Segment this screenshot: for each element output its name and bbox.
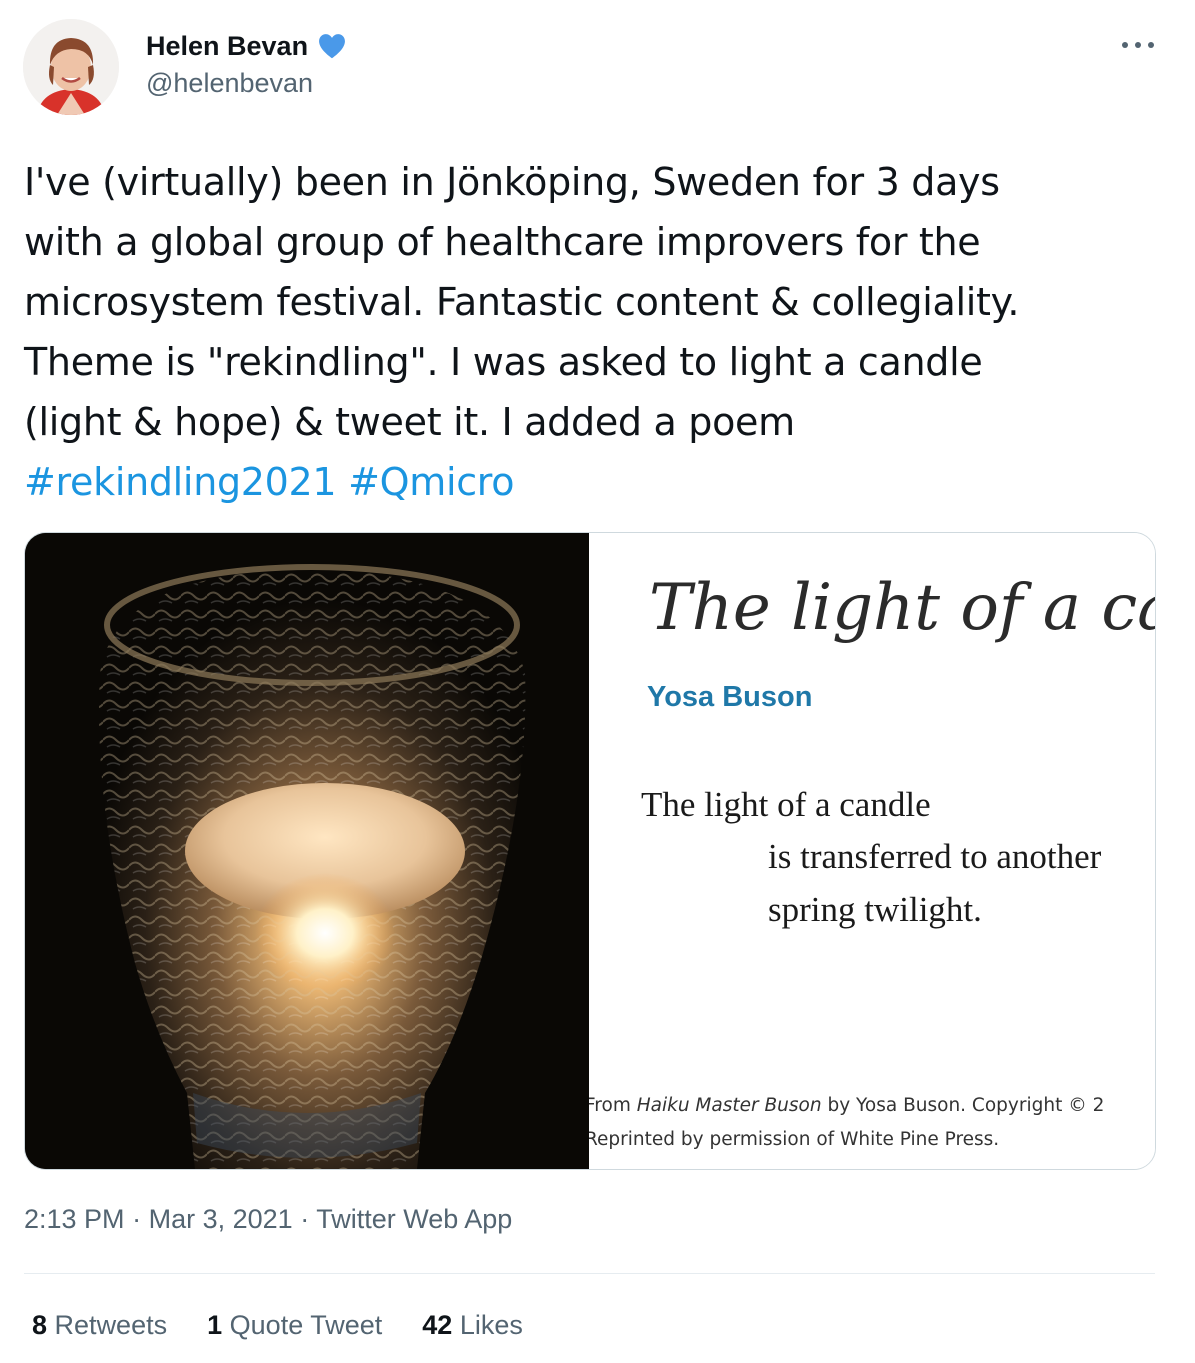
tweet-stats: 8 Retweets 1 Quote Tweet 42 Likes (32, 1310, 523, 1341)
divider (24, 1273, 1155, 1274)
separator: · (300, 1204, 310, 1234)
quote-tweets-stat[interactable]: 1 Quote Tweet (207, 1310, 382, 1341)
credit-book-title: Haiku Master Buson (636, 1095, 822, 1116)
more-options-button[interactable] (1116, 30, 1160, 60)
avatar[interactable] (23, 19, 119, 115)
likes-count: 42 (422, 1310, 453, 1340)
tweet-text: I've (virtually) been in Jönköping, Swed… (24, 152, 1164, 512)
tweet-source-link[interactable]: Twitter Web App (316, 1204, 512, 1234)
likes-stat[interactable]: 42 Likes (422, 1310, 523, 1341)
tweet-media[interactable]: The light of a canc Yosa Buson The light… (24, 532, 1156, 1170)
separator: · (132, 1204, 142, 1234)
tweet-text-line: (light & hope) & tweet it. I added a poe… (24, 400, 795, 444)
tweet-text-line: microsystem festival. Fantastic content … (24, 280, 1020, 324)
credit-prefix: From (589, 1095, 637, 1116)
tweet-time-link[interactable]: 2:13 PM (24, 1204, 125, 1234)
tweet-timestamp: 2:13 PM · Mar 3, 2021 · Twitter Web App (24, 1204, 512, 1235)
retweets-count: 8 (32, 1310, 48, 1340)
display-name[interactable]: Helen Bevan (146, 31, 308, 62)
tweet-text-line: I've (virtually) been in Jönköping, Swed… (24, 160, 1000, 204)
poem-line: spring twilight. (768, 890, 982, 929)
hashtag-line: #rekindling2021 #Qmicro (24, 452, 1164, 512)
quotes-label: Quote Tweet (229, 1310, 383, 1340)
poem-line: is transferred to another (768, 837, 1102, 876)
author-name-row[interactable]: Helen Bevan (146, 28, 348, 64)
ellipsis-icon (1122, 42, 1154, 48)
likes-label: Likes (459, 1310, 523, 1340)
verified-badge-icon (316, 30, 348, 62)
author-handle[interactable]: @helenbevan (146, 68, 313, 99)
quotes-count: 1 (207, 1310, 223, 1340)
poem-credit-line: Reprinted by permission of White Pine Pr… (589, 1129, 1000, 1150)
avatar-image (23, 19, 119, 115)
poem-title: The light of a canc (649, 571, 1155, 645)
candle-image (25, 533, 589, 1169)
retweets-stat[interactable]: 8 Retweets (32, 1310, 167, 1341)
candle-photo[interactable] (25, 533, 589, 1169)
hashtag-link[interactable]: #rekindling2021 (24, 460, 337, 504)
poem-line: The light of a candle (641, 785, 931, 824)
credit-suffix: by Yosa Buson. Copyright © 2 (821, 1095, 1105, 1116)
poem-author: Yosa Buson (647, 681, 813, 713)
tweet-text-line: with a global group of healthcare improv… (24, 220, 981, 264)
poem-credit-line: From Haiku Master Buson by Yosa Buson. C… (589, 1095, 1104, 1116)
tweet-date-link[interactable]: Mar 3, 2021 (149, 1204, 293, 1234)
tweet-text-line: Theme is "rekindling". I was asked to li… (24, 340, 983, 384)
hashtag-link[interactable]: #Qmicro (348, 460, 514, 504)
poem-card[interactable]: The light of a canc Yosa Buson The light… (589, 533, 1155, 1169)
retweets-label: Retweets (54, 1310, 168, 1340)
